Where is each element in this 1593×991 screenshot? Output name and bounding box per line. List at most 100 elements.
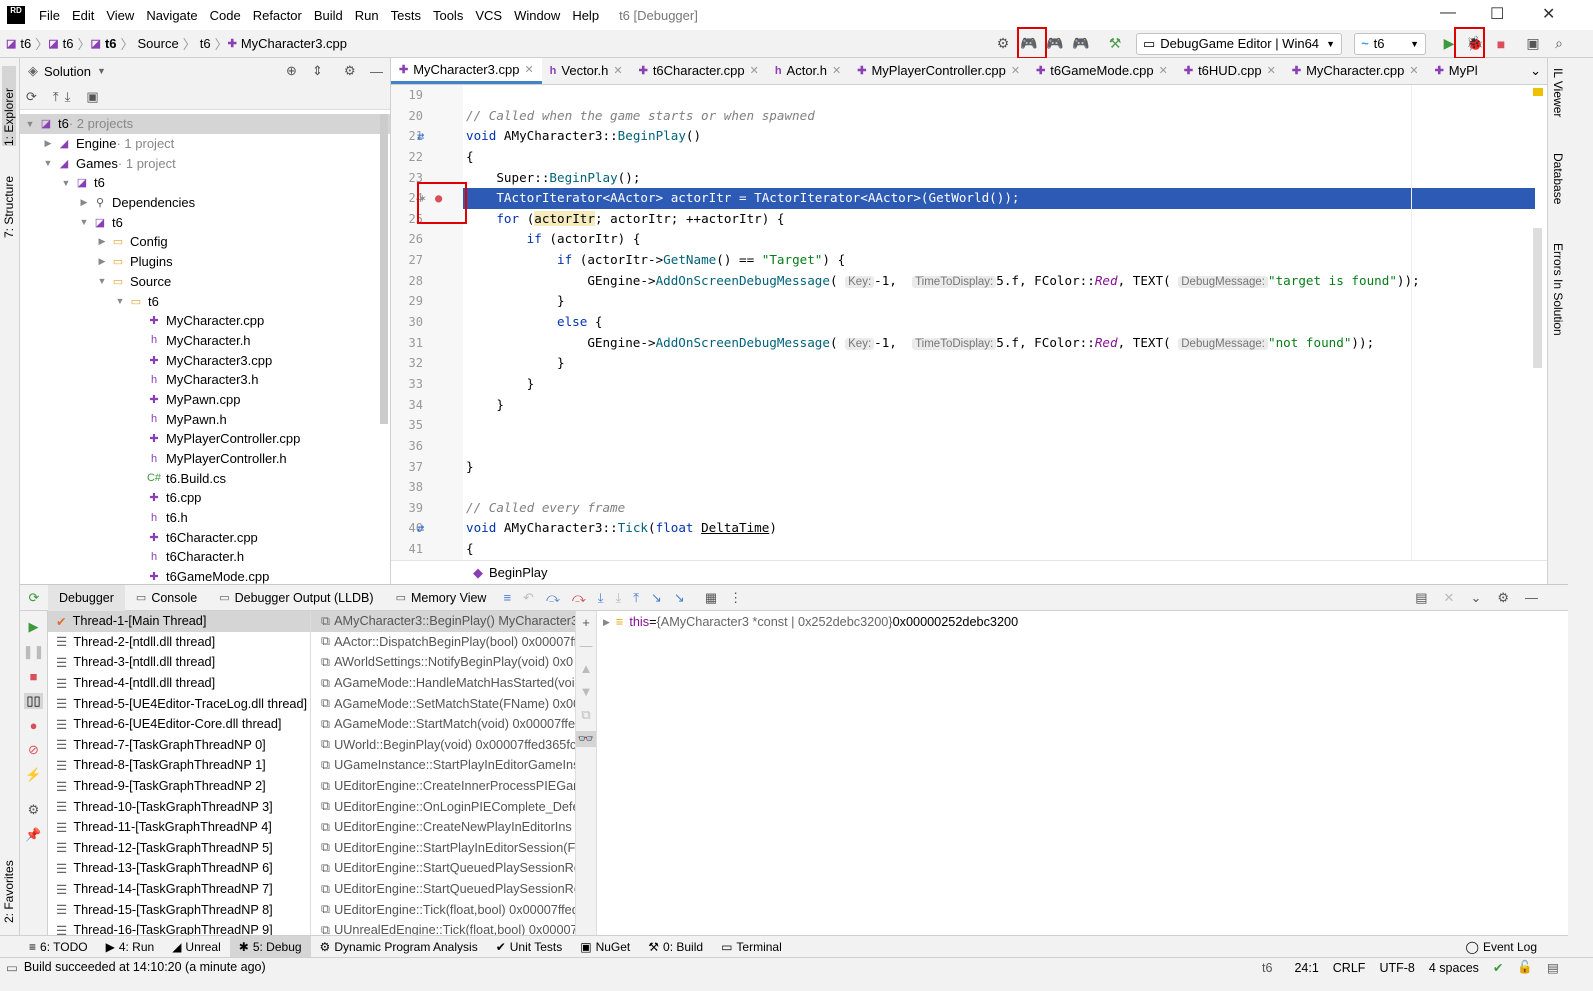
breadcrumb-item[interactable]: t6 [101, 36, 121, 51]
code-area[interactable]: // Called when the game starts or when s… [463, 85, 1535, 560]
tree-item[interactable]: ✚ MyCharacter3.cpp [20, 350, 390, 370]
debugger-tab[interactable]: ▭ Console [125, 585, 208, 611]
debugger-tab[interactable]: ▭ Debugger Output (LLDB) [208, 585, 384, 611]
layout-icon[interactable]: ▤ [1415, 590, 1427, 606]
stop-game-icon[interactable]: 🎮 [1070, 33, 1092, 55]
tree-item[interactable]: ✚ MyPlayerController.cpp [20, 429, 390, 449]
stack-frame[interactable]: ⧉ UEditorEngine::Tick(float,bool) 0x00007… [311, 899, 575, 920]
collapse-all-icon[interactable]: ⇕ [312, 63, 323, 79]
tab-file[interactable]: ✚ MyPl [1427, 58, 1486, 84]
caret-position[interactable]: 24:1 [1294, 961, 1318, 975]
gear-icon[interactable]: ⚙ [28, 802, 40, 818]
remove-watch-icon[interactable]: — [580, 638, 593, 653]
mute-breakpoints-icon[interactable]: ⊘ [28, 742, 39, 758]
show-execution-point-icon[interactable]: ≡ [503, 590, 511, 605]
tree-item[interactable]: ▶ ⚲ Dependencies [20, 193, 390, 213]
step-over-icon[interactable]: ⤼ [546, 590, 560, 606]
stack-frame[interactable]: ⧉ UEditorEngine::StartQueuedPlaySessionRe [311, 879, 575, 900]
stack-frame[interactable]: ⧉ UEditorEngine::OnLoginPIEComplete_Defe [311, 796, 575, 817]
move-down-icon[interactable]: ▼ [580, 684, 593, 699]
hide-icon[interactable]: — [1525, 590, 1538, 605]
tool-window--build[interactable]: ⚒ 0: Build [639, 936, 712, 958]
collapse-icon[interactable]: ⤓ [65, 89, 71, 105]
close-button[interactable]: ✕ [1542, 4, 1555, 24]
override-icon[interactable]: ⇄ [417, 518, 424, 539]
resume-icon[interactable]: ▶ [29, 619, 39, 635]
build-hammer-icon[interactable]: ⚒ [1104, 33, 1126, 55]
evaluate-icon[interactable]: ▦ [705, 590, 717, 606]
debugger-tab[interactable]: ▭ Memory View [385, 585, 498, 611]
errors-tool-tab[interactable]: Errors In Solution [1551, 243, 1565, 336]
menu-refactor[interactable]: Refactor [247, 8, 308, 23]
tree-item[interactable]: ▶ ▭ Config [20, 232, 390, 252]
menu-navigate[interactable]: Navigate [140, 8, 203, 23]
pause-game-icon[interactable]: 🎮 [1044, 33, 1066, 55]
debugger-tab[interactable]: Debugger [48, 584, 125, 611]
stop-icon[interactable]: ■ [30, 669, 38, 684]
breadcrumb-method[interactable]: BeginPlay [489, 565, 548, 580]
chevron-down-icon[interactable]: ▼ [78, 217, 90, 227]
force-run-to-cursor-icon[interactable]: ↘ [674, 590, 685, 606]
stack-frame[interactable]: ⧉ UWorld::BeginPlay(void) 0x00007ffed365f… [311, 735, 575, 756]
menu-view[interactable]: View [100, 8, 140, 23]
refresh-icon[interactable]: ⟳ [26, 89, 37, 105]
il-viewer-tool-tab[interactable]: IL Viewer [1551, 68, 1565, 117]
close-tab-icon[interactable]: ✕ [524, 63, 533, 76]
breadcrumb-item[interactable]: t6 [16, 36, 35, 51]
chevron-down-icon[interactable]: ▼ [42, 158, 54, 168]
tree-item[interactable]: ▼ ◢ Games · 1 project [20, 153, 390, 173]
tree-item[interactable]: h t6Character.h [20, 547, 390, 567]
tool-window--run[interactable]: ▶ 4: Run [97, 936, 164, 958]
chevron-down-icon[interactable]: ▼ [114, 296, 126, 306]
thread-item[interactable]: ☰ Thread-4-[ntdll.dll thread] [48, 673, 310, 694]
menu-vcs[interactable]: VCS [469, 8, 508, 23]
show-watches-icon[interactable]: 👓 [575, 731, 597, 747]
tree-item[interactable]: C# t6.Build.cs [20, 468, 390, 488]
status-project[interactable]: t6 [1262, 961, 1272, 975]
stack-frame[interactable]: ⧉ AGameMode::HandleMatchHasStarted(void) [311, 673, 575, 694]
tree-item[interactable]: h MyCharacter.h [20, 331, 390, 351]
thread-item[interactable]: ☰ Thread-14-[TaskGraphThreadNP 7] [48, 879, 310, 900]
chevron-right-icon[interactable]: ▶ [96, 256, 108, 267]
thread-item[interactable]: ☰ Thread-11-[TaskGraphThreadNP 4] [48, 817, 310, 838]
step-back-icon[interactable]: ↶ [523, 590, 534, 606]
menu-tests[interactable]: Tests [385, 8, 427, 23]
close-tab-icon[interactable]: ✕ [750, 64, 759, 77]
lock-icon[interactable]: 🔓 [1517, 960, 1533, 975]
hide-icon[interactable]: — [370, 64, 383, 79]
configuration-select[interactable]: ▭ DebugGame Editor | Win64 ▼ [1136, 32, 1342, 55]
close-tab-icon[interactable]: ✕ [613, 64, 622, 77]
stack-frame[interactable]: ⧉ AGameMode::StartMatch(void) 0x00007ffe [311, 714, 575, 735]
tab-file[interactable]: h Vector.h ✕ [542, 58, 631, 84]
database-tool-tab[interactable]: Database [1551, 153, 1565, 204]
chevron-down-icon[interactable]: ⌄ [1470, 590, 1481, 606]
menu-tools[interactable]: Tools [427, 8, 469, 23]
tree-item[interactable]: ✚ t6Character.cpp [20, 527, 390, 547]
move-up-icon[interactable]: ▲ [580, 661, 593, 676]
tool-window-nuget[interactable]: ▣ NuGet [571, 936, 639, 958]
tree-item[interactable]: ✚ t6.cpp [20, 488, 390, 508]
force-step-into-icon[interactable]: ⤓ [616, 590, 622, 606]
stack-frame[interactable]: ⧉ AGameMode::SetMatchState(FName) 0x00 [311, 693, 575, 714]
gear-icon[interactable]: ⚙ [344, 63, 356, 79]
thread-item[interactable]: ☰ Thread-9-[TaskGraphThreadNP 2] [48, 776, 310, 797]
tab-file[interactable]: ✚ t6Character.cpp ✕ [631, 58, 767, 84]
tree-item[interactable]: ▼ ▭ t6 [20, 291, 390, 311]
variable-row[interactable]: ▶ ≡ this = {AMyCharacter3 *const | 0x252… [597, 611, 1568, 633]
stack-frame[interactable]: ⧉ UEditorEngine::CreateNewPlayInEditorIns [311, 817, 575, 838]
more-icon[interactable]: ⋮ [729, 590, 742, 606]
thread-item[interactable]: ☰ Thread-12-[TaskGraphThreadNP 5] [48, 838, 310, 859]
override-icon[interactable]: ⇄ [417, 126, 424, 147]
scrollbar[interactable] [380, 114, 388, 424]
breadcrumb-item[interactable]: Source [134, 36, 183, 51]
chevron-down-icon[interactable]: ▼ [24, 119, 36, 129]
thread-item[interactable]: ☰ Thread-8-[TaskGraphThreadNP 1] [48, 755, 310, 776]
thread-item[interactable]: ☰ Thread-16-[TaskGraphThreadNP 9] [48, 920, 310, 936]
breadcrumb-item[interactable]: t6 [196, 36, 215, 51]
run-anything-icon[interactable]: ▣ [1522, 33, 1544, 55]
chevron-down-icon[interactable]: ▼ [96, 276, 108, 286]
inspection-ok-icon[interactable]: ✔ [1493, 960, 1503, 975]
status-message[interactable]: Build succeeded at 14:10:20 (a minute ag… [24, 960, 266, 974]
menu-code[interactable]: Code [204, 8, 247, 23]
close-tab-icon[interactable]: ✕ [1159, 64, 1168, 77]
